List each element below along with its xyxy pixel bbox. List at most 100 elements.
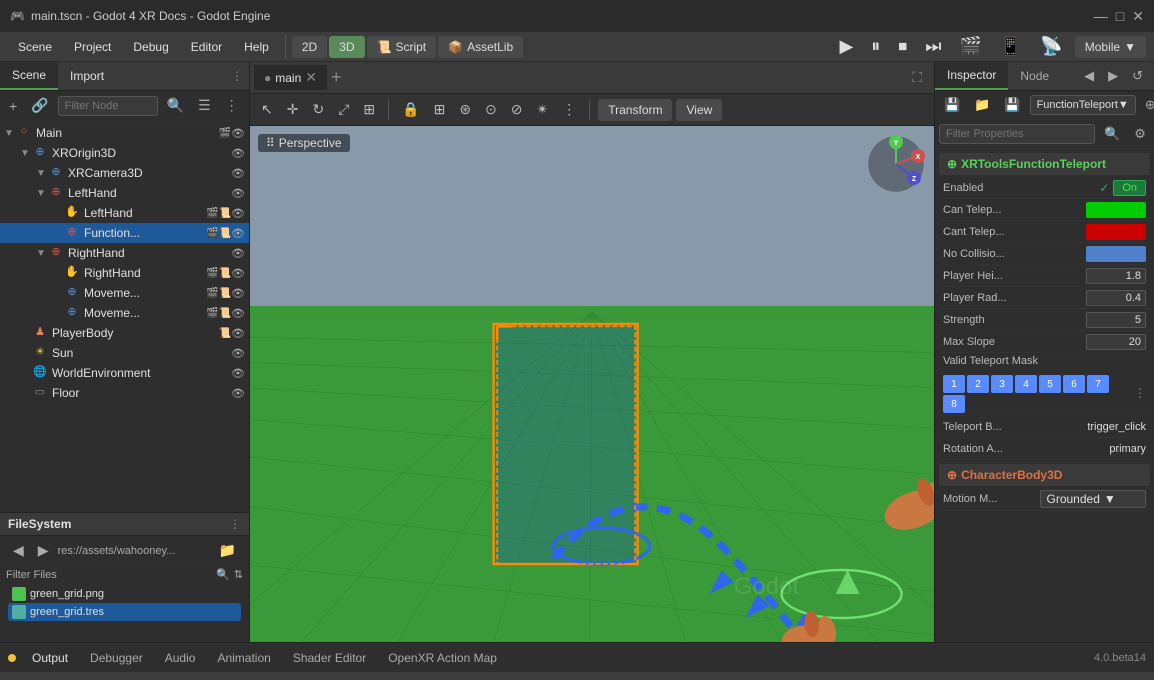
tree-item-lefthand[interactable]: ✋ LeftHand 🎬 📜 👁 [0,203,249,223]
visibility-icon[interactable]: 👁 [231,347,245,360]
color-swatch-blue[interactable] [1086,246,1146,262]
rotate-tool[interactable]: ↻ [307,99,329,120]
visibility-icon[interactable]: 👁 [231,127,245,140]
scene-more-options[interactable]: ⋮ [220,95,244,116]
viewport-screen-btn[interactable]: ⛶ [912,69,930,86]
tree-item-function[interactable]: ⊕ Function... 🎬 📜 👁 [0,223,249,243]
visibility-icon[interactable]: 👁 [231,247,245,260]
maximize-button[interactable]: □ [1116,8,1124,25]
filter-node-input[interactable] [58,96,158,116]
tab-import[interactable]: Import [58,63,116,89]
inspector-prev-button[interactable]: ◀ [1079,66,1099,86]
link-node-button[interactable]: 🔗 [26,95,53,116]
inspector-type-icon[interactable]: ⊕ [1140,95,1154,115]
color-swatch-green[interactable] [1086,202,1146,218]
mask-cell-5[interactable]: 5 [1039,375,1061,393]
mask-cell-4[interactable]: 4 [1015,375,1037,393]
mask-cell-3[interactable]: 3 [991,375,1013,393]
perspective-label[interactable]: ⠿ Perspective [258,134,350,152]
scene-menu-icon[interactable]: ⋮ [225,69,249,83]
bone-tool[interactable]: ⊘ [506,99,528,120]
2d-button[interactable]: 2D [292,36,327,58]
inspector-history-button[interactable]: ↺ [1127,66,1148,86]
viewport-3d[interactable]: Godot Godot ⠿ Perspective [250,126,934,642]
color-swatch-red[interactable] [1086,224,1146,240]
filter-settings-icon[interactable]: ⚙ [1129,124,1151,144]
fs-back-button[interactable]: ◀ [8,540,29,561]
scale-tool[interactable]: ⤢ [333,99,354,120]
tab-openxr[interactable]: OpenXR Action Map [378,647,507,669]
tab-shader-editor[interactable]: Shader Editor [283,647,376,669]
transform-button[interactable]: Transform [598,99,672,121]
menu-help[interactable]: Help [234,36,279,58]
titlebar-controls[interactable]: — □ ✕ [1094,8,1144,25]
more-tools[interactable]: ⋮ [557,99,581,120]
tab-output[interactable]: Output [22,647,78,669]
visibility-icon[interactable]: 👁 [231,267,245,280]
visibility-icon[interactable]: 👁 [231,327,245,340]
filter-search-icon[interactable]: 🔍 [162,95,189,116]
remote-button[interactable]: 📡 [1034,34,1068,59]
visibility-icon[interactable]: 👁 [231,367,245,380]
menu-editor[interactable]: Editor [181,36,232,58]
tree-item-xrorigin[interactable]: ▼ ⊕ XROrigin3D 👁 [0,143,249,163]
inspector-save-icon[interactable]: 💾 [939,95,965,115]
motion-mode-dropdown[interactable]: Grounded ▼ [1040,490,1147,508]
tab-debugger[interactable]: Debugger [80,647,153,669]
checkbox-enabled[interactable]: ✓ On [1099,180,1146,196]
tree-item-righthand[interactable]: ✋ RightHand 🎬 📜 👁 [0,263,249,283]
tab-inspector[interactable]: Inspector [935,62,1008,90]
max-slope-input[interactable] [1086,334,1146,350]
visibility-icon[interactable]: 👁 [231,187,245,200]
mask-cell-7[interactable]: 7 [1087,375,1109,393]
menu-scene[interactable]: Scene [8,36,62,58]
movie-button[interactable]: 🎬 [953,34,987,59]
tree-item-sun[interactable]: ☀ Sun 👁 [0,343,249,363]
player-radius-input[interactable] [1086,290,1146,306]
visibility-icon[interactable]: 👁 [231,307,245,320]
visibility-icon[interactable]: 👁 [231,167,245,180]
tree-item-xrcamera[interactable]: ▼ ⊕ XRCamera3D 👁 [0,163,249,183]
viewport-tab-main[interactable]: ● main ✕ [254,65,327,90]
minimize-button[interactable]: — [1094,8,1108,25]
fs-item-tres[interactable]: green_grid.tres [8,603,241,621]
visibility-icon[interactable]: 👁 [231,387,245,400]
viewport-tab-close[interactable]: ✕ [305,69,317,86]
inspector-folder-icon[interactable]: 📁 [969,95,995,115]
fs-filter-search[interactable]: 🔍 [216,568,230,581]
universal-tool[interactable]: ⊞ [358,99,380,120]
tree-item-lefthand-parent[interactable]: ▼ ⊕ LeftHand 👁 [0,183,249,203]
tree-item-righthand-parent[interactable]: ▼ ⊕ RightHand 👁 [0,243,249,263]
menu-project[interactable]: Project [64,36,121,58]
node-dropdown[interactable]: FunctionTeleport ▼ [1030,95,1136,115]
mask-cell-6[interactable]: 6 [1063,375,1085,393]
fullscreen-icon[interactable]: ⛶ [912,69,922,86]
pause-button[interactable]: ⏸ [865,34,886,59]
mask-cell-1[interactable]: 1 [943,375,965,393]
close-button[interactable]: ✕ [1132,8,1144,25]
select-tool[interactable]: ↖ [256,99,278,120]
mask-cell-2[interactable]: 2 [967,375,989,393]
visibility-icon[interactable]: 👁 [231,207,245,220]
fs-forward-button[interactable]: ▶ [33,540,54,561]
visibility-icon[interactable]: 👁 [231,227,245,240]
tree-item-movement1[interactable]: ⊕ Moveme... 🎬 📜 👁 [0,283,249,303]
3d-button[interactable]: 3D [329,36,364,58]
tree-item-movement2[interactable]: ⊕ Moveme... 🎬 📜 👁 [0,303,249,323]
visibility-icon[interactable]: 👁 [231,147,245,160]
fs-filter-sort[interactable]: ⇅ [234,568,243,581]
tab-node[interactable]: Node [1008,63,1061,89]
grid-tool[interactable]: ⊞ [429,99,451,120]
strength-input[interactable] [1086,312,1146,328]
scene-filter-options[interactable]: ☰ [193,95,216,116]
view-button[interactable]: View [676,99,722,121]
visibility-icon[interactable]: 👁 [231,287,245,300]
deploy-button[interactable]: 📱 [994,34,1028,59]
mask-cell-8[interactable]: 8 [943,395,965,413]
tree-item-worldenv[interactable]: 🌐 WorldEnvironment 👁 [0,363,249,383]
tab-animation[interactable]: Animation [207,647,280,669]
filter-props-input[interactable] [939,124,1095,144]
particle-tool[interactable]: ✴ [532,99,554,120]
enabled-toggle[interactable]: On [1113,180,1146,196]
physics-tool[interactable]: ⊛ [454,99,476,120]
